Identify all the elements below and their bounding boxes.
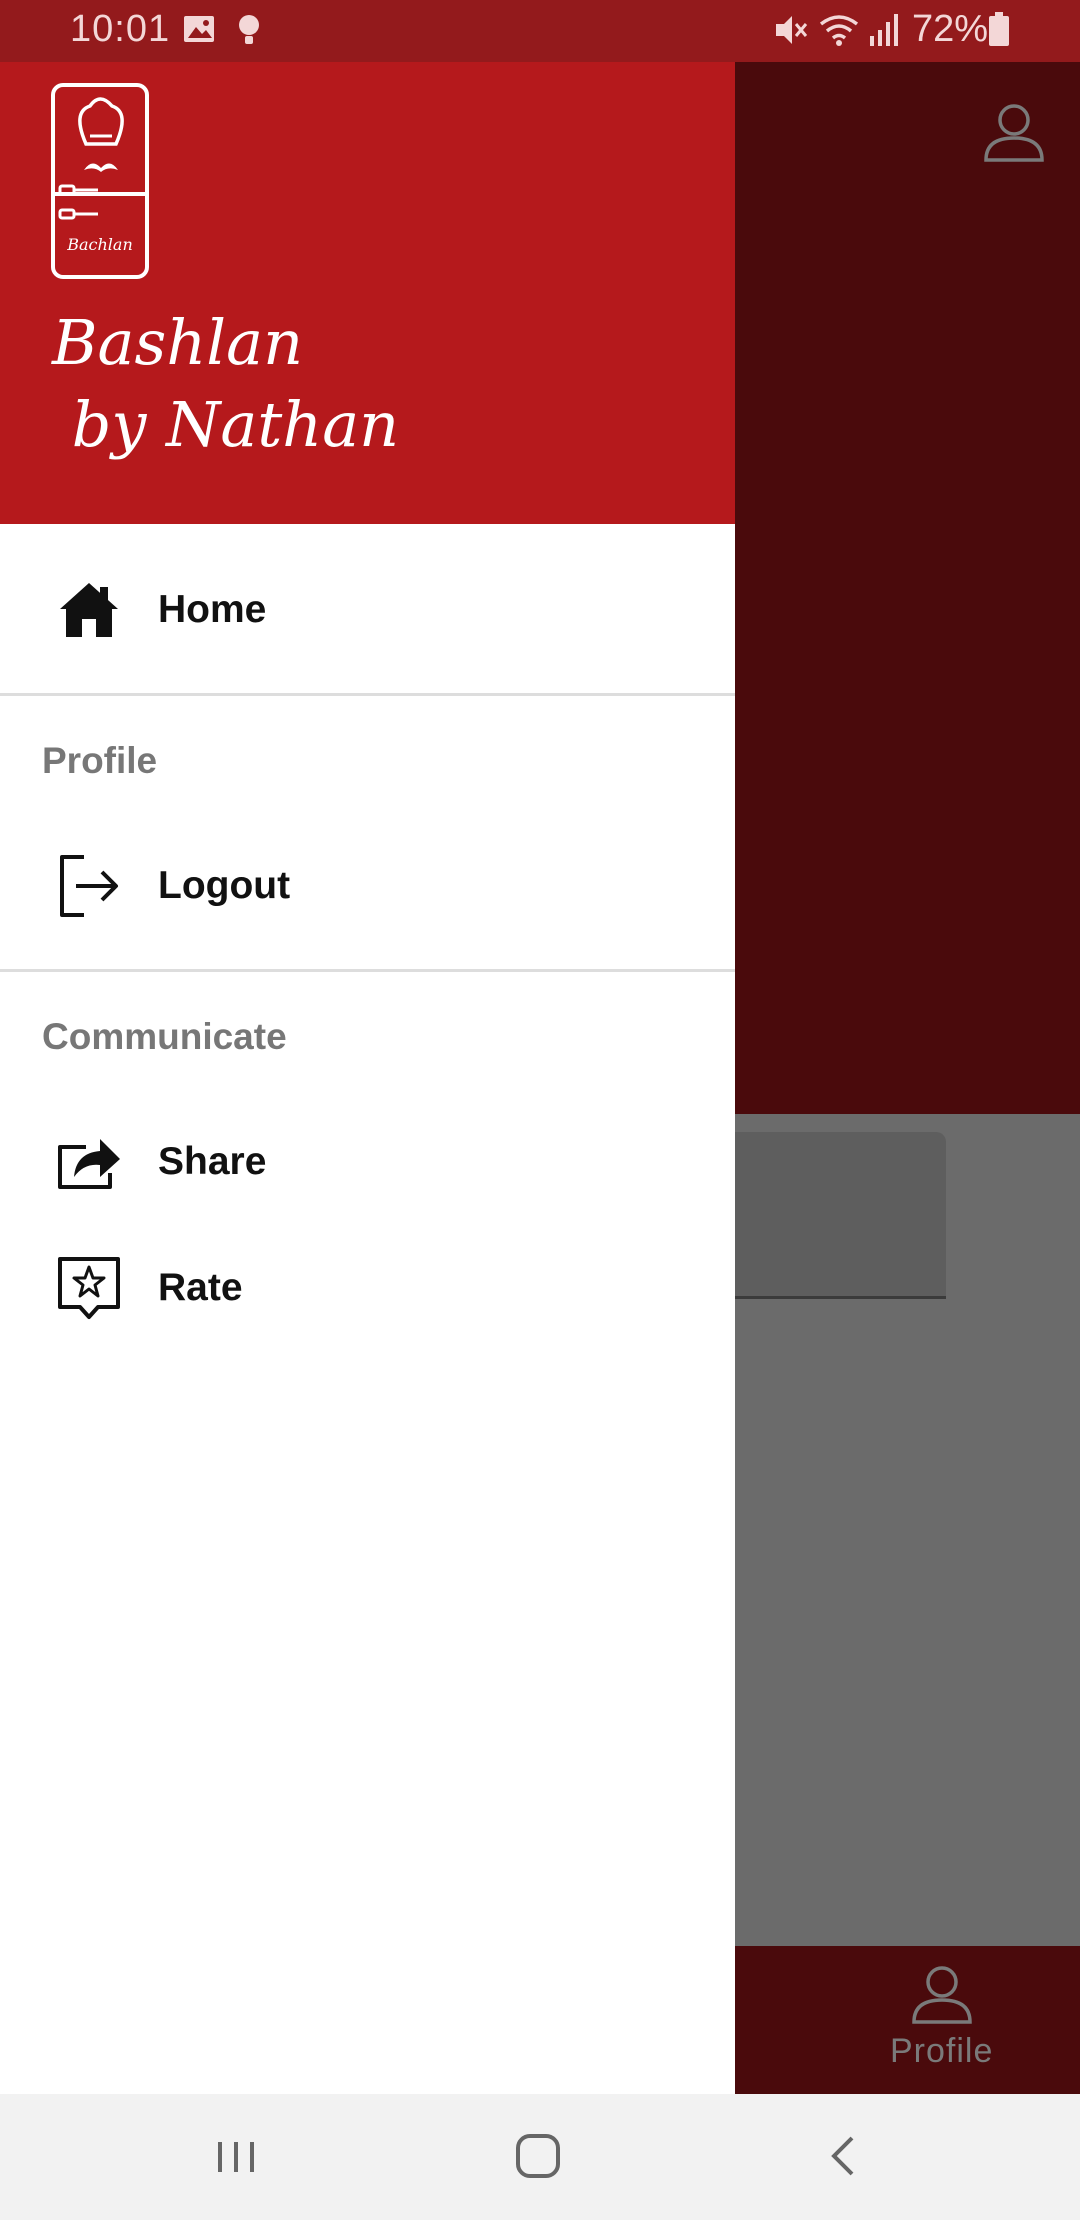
- wifi-icon: [818, 12, 860, 53]
- status-time: 10:01: [70, 8, 171, 50]
- signal-icon: [868, 12, 900, 53]
- gallery-icon: [182, 12, 216, 51]
- drawer-item-home[interactable]: Home: [0, 550, 735, 670]
- brand-line-1: Bashlan: [52, 306, 303, 379]
- battery-percent: 72%: [912, 8, 989, 50]
- drawer-item-rate[interactable]: Rate: [0, 1228, 735, 1348]
- drawer-item-label: Home: [158, 588, 267, 631]
- drawer-item-logout[interactable]: Logout: [0, 826, 735, 946]
- section-title-communicate: Communicate: [42, 1016, 287, 1057]
- rate-review-icon: [56, 1255, 122, 1321]
- drawer-item-label: Rate: [158, 1266, 243, 1309]
- back-icon[interactable]: [822, 2124, 862, 2193]
- divider: [0, 693, 735, 696]
- mute-icon: [772, 12, 808, 53]
- home-icon: [56, 577, 122, 643]
- battery-icon: [988, 12, 1010, 53]
- drawer-item-label: Logout: [158, 864, 291, 907]
- divider: [0, 969, 735, 972]
- logo-text: Bachlan: [66, 235, 133, 254]
- home-button-icon[interactable]: [512, 2124, 564, 2193]
- fridge-logo-icon: Bachlan: [50, 82, 150, 287]
- brand-line-2: by Nathan: [52, 388, 400, 461]
- section-title-profile: Profile: [42, 740, 158, 781]
- navigation-drawer: Bachlan Bashlan by Nathan Home Profile L…: [0, 62, 735, 2094]
- status-bar: 10:01 72%: [0, 0, 1080, 62]
- bottom-nav-profile-icon[interactable]: [910, 1962, 974, 2031]
- bottom-nav-profile-label[interactable]: Profile: [890, 2032, 993, 2071]
- drawer-header: Bachlan Bashlan by Nathan: [0, 62, 735, 524]
- profile-icon[interactable]: [982, 100, 1046, 169]
- logout-icon: [56, 853, 122, 919]
- drawer-item-label: Share: [158, 1140, 267, 1183]
- drawer-item-share[interactable]: Share: [0, 1102, 735, 1222]
- brand-name: Bashlan by Nathan: [52, 302, 399, 466]
- system-nav-bar: [0, 2094, 1080, 2220]
- bulb-icon: [236, 12, 262, 53]
- recent-apps-icon[interactable]: [214, 2124, 258, 2193]
- share-icon: [56, 1129, 122, 1195]
